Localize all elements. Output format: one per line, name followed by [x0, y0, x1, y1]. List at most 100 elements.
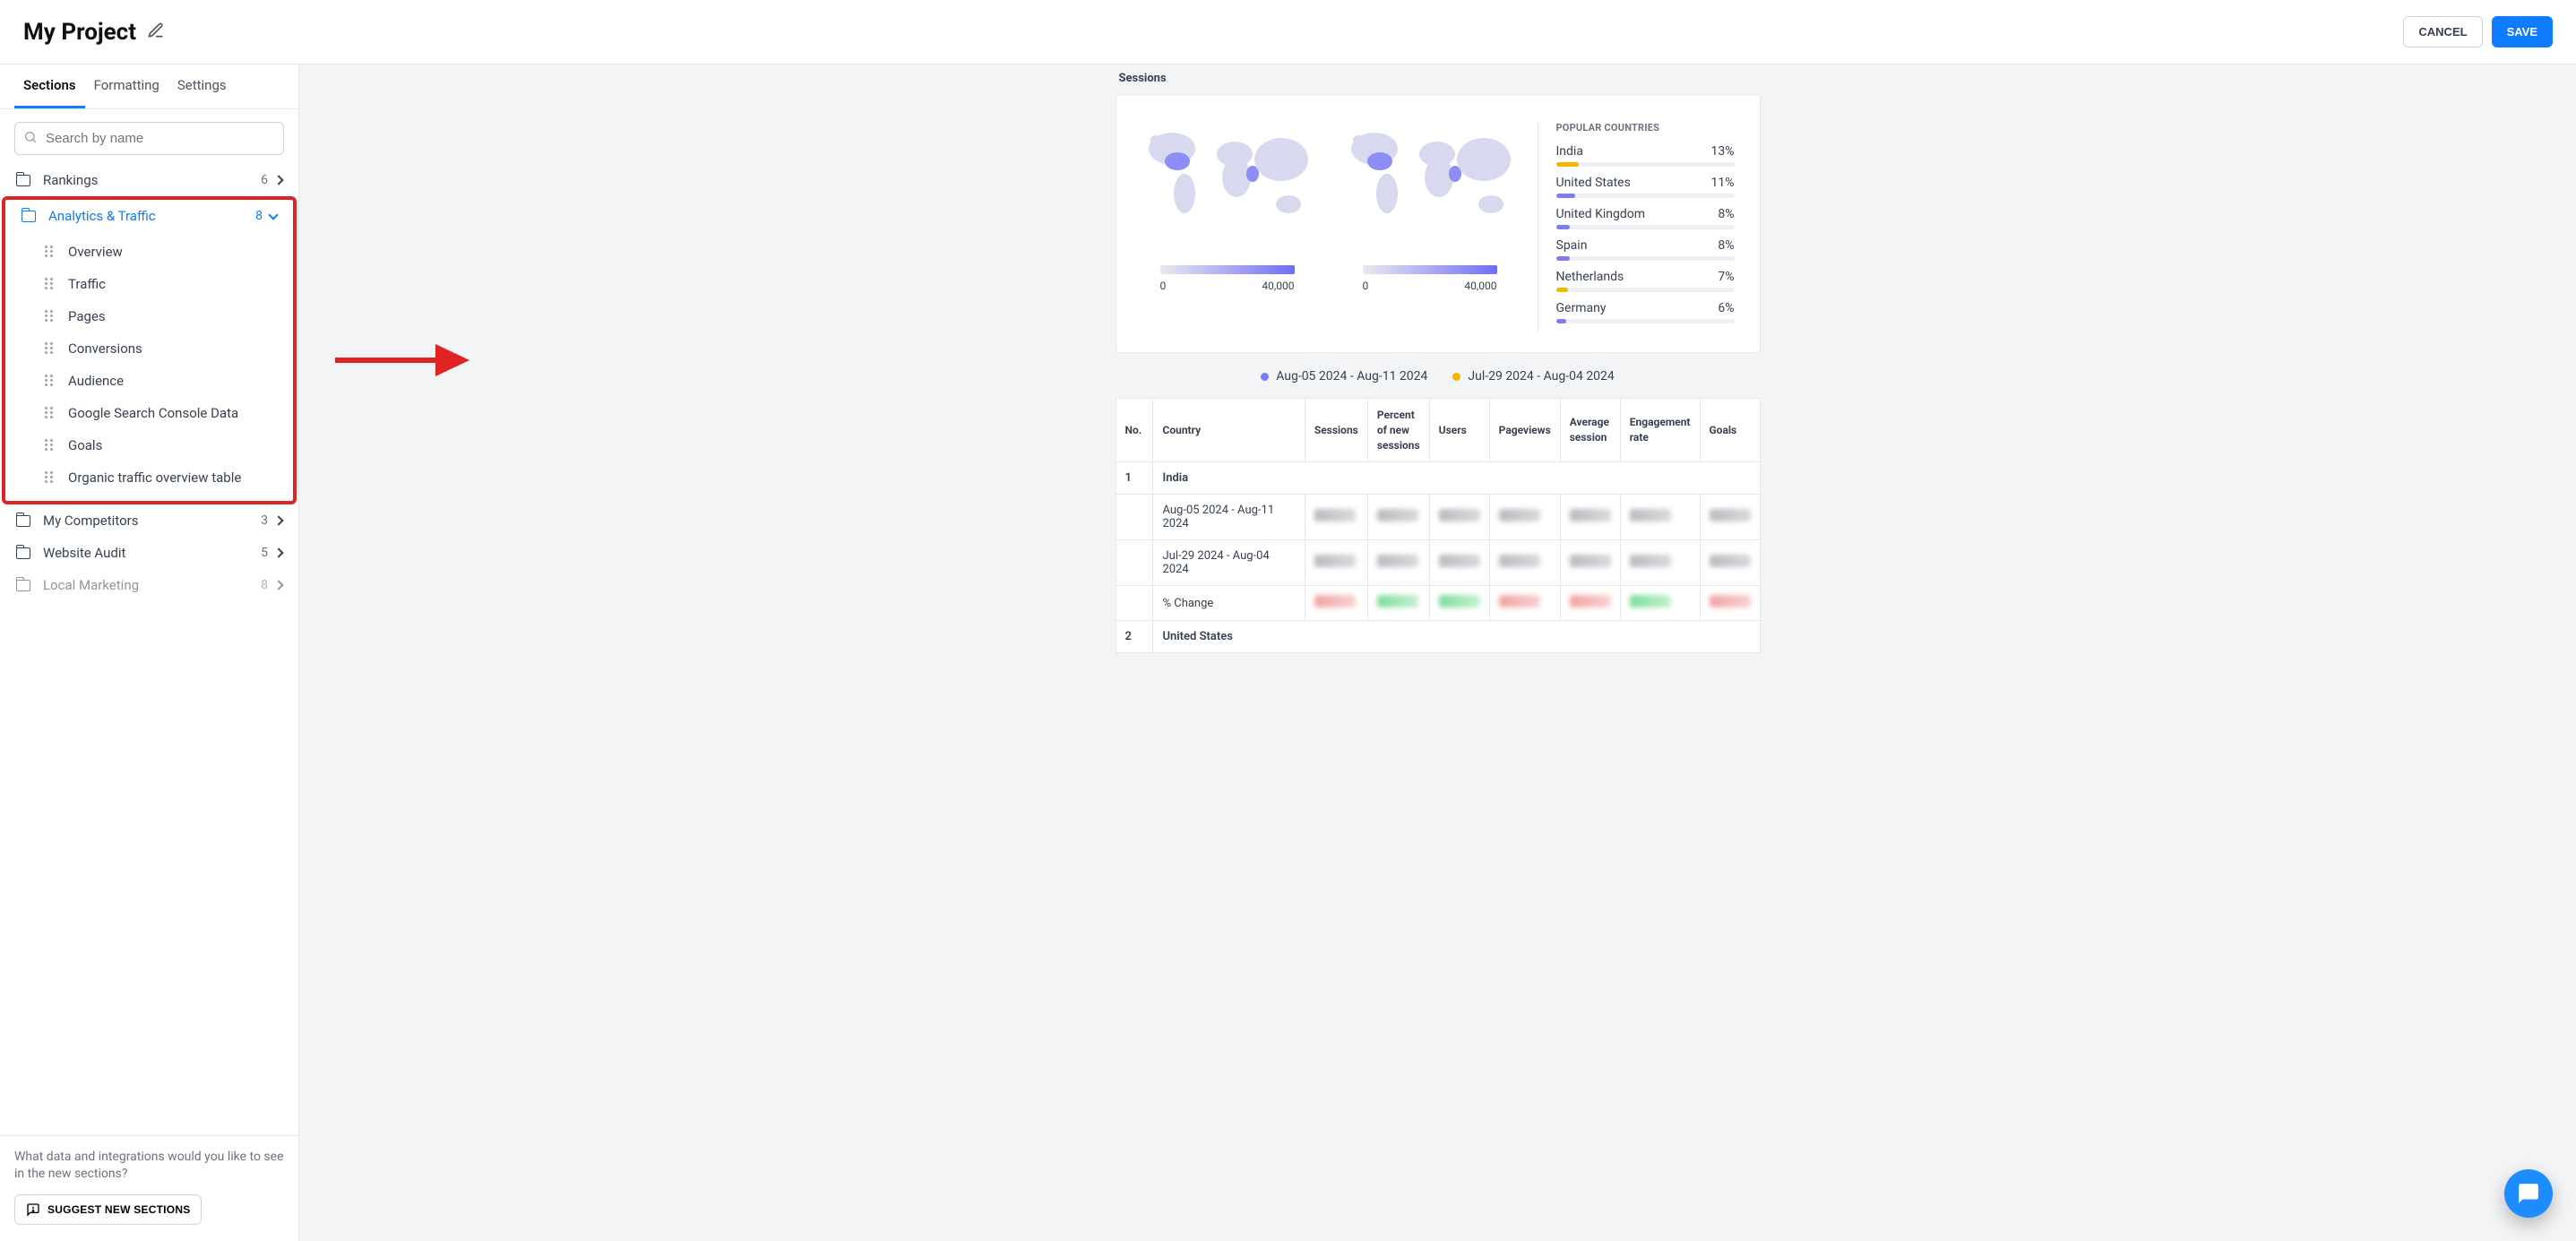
drag-handle-icon[interactable] — [45, 278, 54, 290]
date-range-legend: Aug-05 2024 - Aug-11 2024 Jul-29 2024 - … — [1116, 353, 1761, 398]
tab-sections[interactable]: Sections — [14, 65, 85, 108]
folder-rankings[interactable]: Rankings 6 — [0, 164, 298, 196]
subitem-pages[interactable]: Pages — [5, 300, 293, 332]
table-cell — [1116, 495, 1153, 540]
table-cell — [1700, 495, 1760, 540]
th-engagement: Engagement rate — [1620, 399, 1700, 462]
table-cell — [1116, 540, 1153, 586]
drag-handle-icon[interactable] — [45, 439, 54, 452]
drag-handle-icon[interactable] — [45, 310, 54, 323]
header: My Project CANCEL SAVE — [0, 0, 2576, 65]
subitem-label: Audience — [68, 373, 124, 389]
sessions-map-card: 040,000 — [1116, 94, 1761, 353]
country-name: Germany — [1556, 301, 1607, 315]
table-cell — [1489, 495, 1560, 540]
folder-local[interactable]: Local Marketing 8 — [0, 569, 298, 601]
subitem-organic-table[interactable]: Organic traffic overview table — [5, 461, 293, 494]
table-cell — [1560, 495, 1620, 540]
folder-analytics[interactable]: Analytics & Traffic 8 — [5, 200, 293, 232]
subitem-traffic[interactable]: Traffic — [5, 268, 293, 300]
country-bar — [1556, 194, 1735, 198]
legend-previous: Jul-29 2024 - Aug-04 2024 — [1468, 369, 1614, 384]
th-country: Country — [1153, 399, 1305, 462]
folder-competitors[interactable]: My Competitors 3 — [0, 504, 298, 537]
th-percent-new: Percent of new sessions — [1367, 399, 1429, 462]
map-gradient-legend — [1363, 265, 1497, 274]
th-users: Users — [1429, 399, 1489, 462]
subitem-gsc[interactable]: Google Search Console Data — [5, 397, 293, 429]
subitem-goals[interactable]: Goals — [5, 429, 293, 461]
highlight-box: Analytics & Traffic 8 Overview Traffic P… — [2, 196, 297, 504]
country-bar — [1556, 256, 1735, 261]
drag-handle-icon[interactable] — [45, 471, 54, 484]
folder-label: Rankings — [43, 172, 261, 188]
table-cell: 2 — [1116, 621, 1153, 653]
country-row: United Kingdom8% — [1556, 207, 1735, 229]
country-pct: 13% — [1711, 144, 1735, 159]
suggest-label: SUGGEST NEW SECTIONS — [47, 1203, 190, 1216]
table-cell: 1 — [1116, 462, 1153, 495]
subitem-label: Conversions — [68, 340, 142, 357]
chat-widget-button[interactable] — [2504, 1169, 2553, 1218]
suggest-sections-button[interactable]: SUGGEST NEW SECTIONS — [14, 1194, 202, 1225]
edit-title-icon[interactable] — [147, 22, 165, 43]
section-title: Sessions — [1116, 65, 1761, 94]
folder-audit[interactable]: Website Audit 5 — [0, 537, 298, 569]
subitem-overview[interactable]: Overview — [5, 236, 293, 268]
subitem-audience[interactable]: Audience — [5, 365, 293, 397]
drag-handle-icon[interactable] — [45, 375, 54, 387]
country-name: United States — [1556, 176, 1631, 190]
chevron-down-icon — [268, 210, 278, 220]
drag-handle-icon[interactable] — [45, 342, 54, 355]
content-area[interactable]: Sessions — [299, 65, 2576, 1241]
folder-count: 5 — [261, 546, 268, 560]
popular-countries-heading: POPULAR COUNTRIES — [1556, 122, 1735, 134]
th-no: No. — [1116, 399, 1153, 462]
table-cell — [1367, 540, 1429, 586]
tab-formatting[interactable]: Formatting — [85, 65, 168, 108]
table-cell — [1620, 495, 1700, 540]
drag-handle-icon[interactable] — [45, 246, 54, 258]
footer-question: What data and integrations would you lik… — [14, 1149, 284, 1184]
callout-arrow-icon — [335, 333, 470, 391]
table-row: 2United States — [1116, 621, 1760, 653]
sidebar-nav[interactable]: Rankings 6 Analytics & Traffic 8 Overvie… — [0, 164, 298, 1135]
table-cell — [1429, 540, 1489, 586]
sidebar: Sections Formatting Settings Rankings 6 — [0, 65, 299, 1241]
table-cell — [1489, 540, 1560, 586]
subitem-label: Google Search Console Data — [68, 405, 238, 421]
chevron-right-icon — [273, 515, 283, 525]
cancel-button[interactable]: CANCEL — [2403, 16, 2482, 47]
gradient-min: 0 — [1160, 280, 1167, 292]
table-row: 1India — [1116, 462, 1760, 495]
sidebar-tabs: Sections Formatting Settings — [0, 65, 298, 109]
sidebar-footer: What data and integrations would you lik… — [0, 1135, 298, 1241]
country-name: India — [1556, 144, 1583, 159]
folder-count: 3 — [261, 513, 268, 528]
table-subrow: % Change — [1116, 586, 1760, 621]
table-cell: % Change — [1153, 586, 1305, 621]
map-gradient-legend — [1160, 265, 1295, 274]
folder-icon — [16, 175, 30, 186]
th-goals: Goals — [1700, 399, 1760, 462]
search-input[interactable] — [14, 122, 284, 155]
subitem-label: Traffic — [68, 276, 106, 292]
table-cell: India — [1153, 462, 1760, 495]
folder-label: Analytics & Traffic — [48, 208, 255, 224]
drag-handle-icon[interactable] — [45, 407, 54, 419]
legend-dot-current — [1261, 373, 1269, 381]
save-button[interactable]: SAVE — [2492, 16, 2553, 47]
country-bar — [1556, 288, 1735, 292]
folder-icon — [22, 211, 36, 222]
table-cell: Aug-05 2024 - Aug-11 2024 — [1153, 495, 1305, 540]
country-row: Spain8% — [1556, 238, 1735, 261]
country-pct: 6% — [1718, 301, 1734, 315]
tab-settings[interactable]: Settings — [168, 65, 236, 108]
country-name: Netherlands — [1556, 270, 1624, 284]
subitem-conversions[interactable]: Conversions — [5, 332, 293, 365]
th-avg-session: Average session — [1560, 399, 1620, 462]
folder-label: Website Audit — [43, 545, 261, 561]
folder-count: 8 — [255, 209, 263, 223]
table-header-row: No. Country Sessions Percent of new sess… — [1116, 399, 1760, 462]
country-pct: 8% — [1718, 238, 1734, 253]
